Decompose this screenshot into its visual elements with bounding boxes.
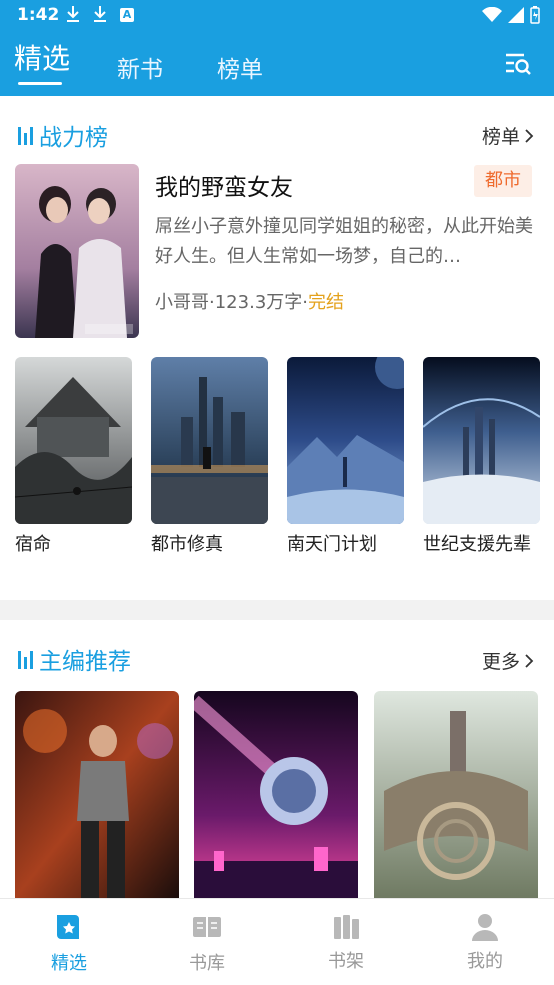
editor-picks-title-label: 主编推荐	[39, 649, 131, 675]
bookshelf-icon	[331, 913, 361, 941]
ranking-title-label: 战力榜	[39, 125, 108, 151]
app-notification-icon: A	[120, 8, 134, 22]
user-icon	[470, 913, 500, 941]
featured-book-meta: 小哥哥·123.3万字·完结	[155, 292, 344, 313]
editor-picks-more-label: 更多	[481, 651, 520, 673]
status-bar: 1:42 A	[0, 0, 554, 32]
pick-cover-1[interactable]	[15, 691, 179, 898]
book-cover-1[interactable]	[15, 357, 132, 524]
section-bars-icon	[18, 125, 33, 145]
open-book-icon	[192, 913, 222, 941]
nav-featured-label: 精选	[51, 953, 87, 974]
nav-library[interactable]: 书库	[138, 899, 276, 985]
ranking-more-button[interactable]: 榜单	[482, 122, 534, 149]
word-count: 123.3万字	[214, 292, 303, 313]
battery-icon	[530, 6, 540, 24]
bottom-navigation: 精选 书库 书架 我的	[0, 898, 554, 985]
nav-me-label: 我的	[467, 951, 503, 972]
nav-featured[interactable]: 精选	[0, 899, 138, 985]
download-icon	[66, 5, 80, 27]
nav-me[interactable]: 我的	[416, 899, 554, 985]
section-bars-icon	[18, 649, 33, 669]
book-title-4[interactable]: 世纪支援先辈	[423, 532, 533, 558]
author-name: 小哥哥	[155, 292, 209, 313]
featured-book-cover[interactable]	[15, 164, 139, 338]
nav-library-label: 书库	[189, 953, 225, 974]
pick-cover-3[interactable]	[374, 691, 538, 898]
tab-new-books[interactable]: 新书	[117, 50, 163, 84]
book-cover-4[interactable]	[423, 357, 540, 524]
book-title-1[interactable]: 宿命	[15, 532, 135, 558]
top-app-bar: 1:42 A 精选 新书 榜单	[0, 0, 554, 96]
active-tab-indicator	[18, 82, 62, 85]
status-complete: 完结	[308, 292, 344, 313]
tab-rankings[interactable]: 榜单	[217, 50, 263, 84]
book-star-icon	[54, 913, 84, 941]
system-icons	[482, 6, 540, 24]
book-title-3[interactable]: 南天门计划	[287, 532, 407, 558]
signal-icon	[508, 7, 524, 23]
book-cover-2[interactable]	[151, 357, 268, 524]
book-title-2[interactable]: 都市修真	[151, 532, 271, 558]
featured-book-title[interactable]: 我的野蛮女友	[155, 168, 293, 202]
chevron-right-icon	[525, 653, 534, 668]
wifi-icon	[482, 7, 502, 22]
top-tabs: 精选 新书 榜单	[0, 40, 554, 90]
search-list-icon[interactable]	[504, 50, 532, 78]
editor-picks-more-button[interactable]: 更多	[482, 647, 534, 674]
book-cover-3[interactable]	[287, 357, 404, 524]
chevron-right-icon	[525, 128, 534, 143]
ranking-section-title: 战力榜	[18, 118, 108, 152]
pick-cover-2[interactable]	[194, 691, 358, 898]
status-time: 1:42	[17, 5, 60, 25]
editor-picks-section-title: 主编推荐	[18, 642, 131, 676]
featured-book-description: 屌丝小子意外撞见同学姐姐的秘密，从此开始美好人生。但人生常如一场梦，自己的…	[155, 216, 533, 267]
ranking-more-label: 榜单	[481, 126, 520, 148]
nav-bookshelf-label: 书架	[328, 951, 364, 972]
tab-featured[interactable]: 精选	[14, 37, 70, 77]
download-icon	[93, 5, 107, 27]
genre-tag: 都市	[474, 165, 532, 197]
nav-bookshelf[interactable]: 书架	[277, 899, 415, 985]
